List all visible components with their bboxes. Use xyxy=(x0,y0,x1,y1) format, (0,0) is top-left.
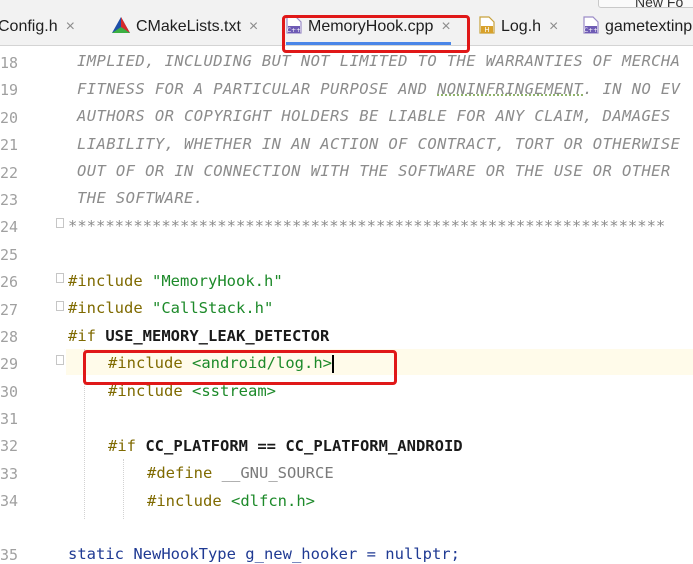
code-text: . IN NO EV xyxy=(583,80,681,98)
cpp-file-icon: C++ xyxy=(583,15,599,39)
tab-config-h[interactable]: Config.h × xyxy=(0,12,75,42)
tab-gametextinput[interactable]: C++ gametextinp xyxy=(583,12,692,42)
cmake-icon xyxy=(112,16,130,38)
code-line-34: #include <dlfcn.h> xyxy=(147,491,315,511)
code-line-19: FITNESS FOR A PARTICULAR PURPOSE AND NON… xyxy=(77,79,680,99)
code-line-35: static NewHookType g_new_hooker = nullpt… xyxy=(68,545,460,563)
code-line-32: #if CC_PLATFORM == CC_PLATFORM_ANDROID xyxy=(108,436,463,456)
close-icon[interactable]: × xyxy=(549,18,558,36)
new-folder-label: New Fo xyxy=(635,0,684,10)
code-text-underlined: NONINFRINGEMENT xyxy=(437,80,584,98)
tab-cmakelists[interactable]: CMakeLists.txt × xyxy=(112,12,258,42)
code-line-28: #if USE_MEMORY_LEAK_DETECTOR xyxy=(68,326,329,346)
code-string: "CallStack.h" xyxy=(152,299,274,317)
indent-guide xyxy=(123,459,124,519)
close-icon[interactable]: × xyxy=(66,18,75,36)
code-identifier: __GNU_SOURCE xyxy=(221,464,334,482)
code-editor[interactable]: IMPLIED, INCLUDING BUT NOT LIMITED TO TH… xyxy=(0,46,693,563)
code-directive: #include xyxy=(68,299,143,317)
code-directive: #if xyxy=(68,327,96,345)
tab-log-h[interactable]: H Log.h × xyxy=(479,12,558,42)
tab-label: CMakeLists.txt xyxy=(136,18,241,35)
svg-text:C++: C++ xyxy=(584,27,598,34)
svg-text:H: H xyxy=(484,26,489,34)
code-line-26: #include "MemoryHook.h" xyxy=(68,271,283,291)
tab-label: Config.h xyxy=(0,18,58,35)
code-line-27: #include "CallStack.h" xyxy=(68,298,273,318)
code-line-21: LIABILITY, WHETHER IN AN ACTION OF CONTR… xyxy=(77,135,681,153)
code-directive: #if xyxy=(108,437,136,455)
code-line-33: #define __GNU_SOURCE xyxy=(147,463,334,483)
code-line-23: THE SOFTWARE. xyxy=(77,189,204,207)
code-line-24: ****************************************… xyxy=(68,217,666,235)
code-directive: #include xyxy=(147,492,222,510)
code-line-22: OUT OF OR IN CONNECTION WITH THE SOFTWAR… xyxy=(77,162,671,180)
code-identifier: CC_PLATFORM == CC_PLATFORM_ANDROID xyxy=(145,437,463,455)
tab-label: gametextinp xyxy=(605,18,693,35)
close-icon[interactable]: × xyxy=(249,18,258,36)
code-identifier: USE_MEMORY_LEAK_DETECTOR xyxy=(105,327,330,345)
code-directive: #define xyxy=(147,464,213,482)
code-highlight-box xyxy=(83,350,397,385)
code-string: "MemoryHook.h" xyxy=(152,272,283,290)
code-text: FITNESS FOR A PARTICULAR PURPOSE AND xyxy=(77,80,438,98)
code-string: <dlfcn.h> xyxy=(231,492,315,510)
header-file-icon: H xyxy=(479,15,495,39)
tab-label: Log.h xyxy=(501,18,542,35)
code-line-18: IMPLIED, INCLUDING BUT NOT LIMITED TO TH… xyxy=(77,52,681,70)
new-folder-button[interactable]: New Fo xyxy=(598,0,693,10)
code-line-20: AUTHORS OR COPYRIGHT HOLDERS BE LIABLE F… xyxy=(77,107,671,125)
code-directive: #include xyxy=(68,272,143,290)
